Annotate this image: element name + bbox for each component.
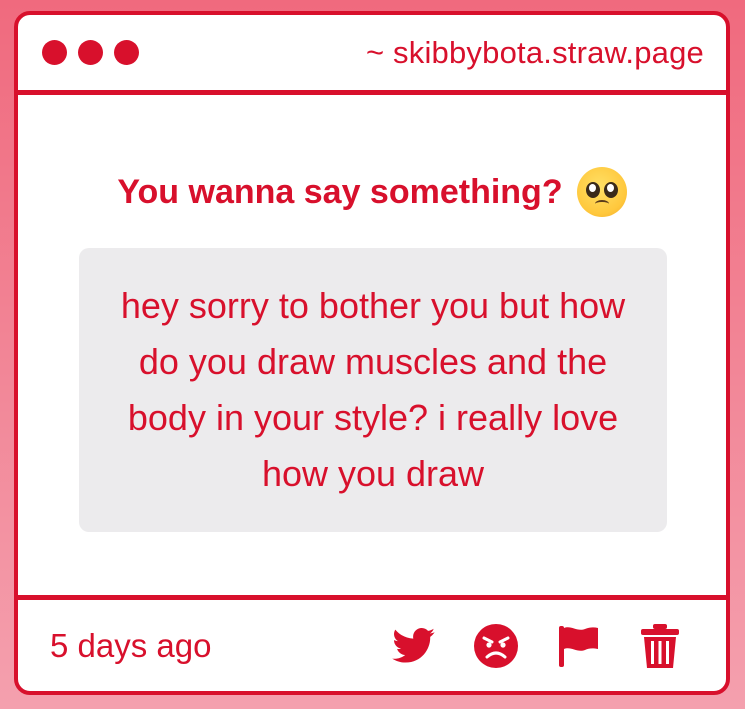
trash-icon[interactable]: [636, 622, 684, 670]
twitter-icon[interactable]: [390, 622, 438, 670]
card-content: You wanna say something? hey sorry to bo…: [18, 95, 726, 590]
flag-icon[interactable]: [554, 622, 602, 670]
window-dot: [42, 40, 67, 65]
prompt-text: You wanna say something?: [117, 172, 563, 211]
message-text: hey sorry to bother you but how do you d…: [120, 285, 626, 494]
card-footer: 5 days ago: [18, 595, 726, 691]
window-dot: [114, 40, 139, 65]
timestamp: 5 days ago: [50, 626, 212, 664]
window-controls: [42, 40, 139, 65]
page-url[interactable]: ~ skibbybota.straw.page: [366, 35, 704, 71]
prompt-heading: You wanna say something?: [18, 167, 726, 217]
action-bar: [390, 622, 684, 670]
angry-face-icon[interactable]: [472, 622, 520, 670]
message-box: hey sorry to bother you but how do you d…: [79, 248, 667, 532]
window-dot: [78, 40, 103, 65]
window-titlebar: ~ skibbybota.straw.page: [18, 15, 726, 95]
pleading-face-icon: [576, 167, 627, 217]
message-card: ~ skibbybota.straw.page You wanna say so…: [14, 11, 730, 695]
